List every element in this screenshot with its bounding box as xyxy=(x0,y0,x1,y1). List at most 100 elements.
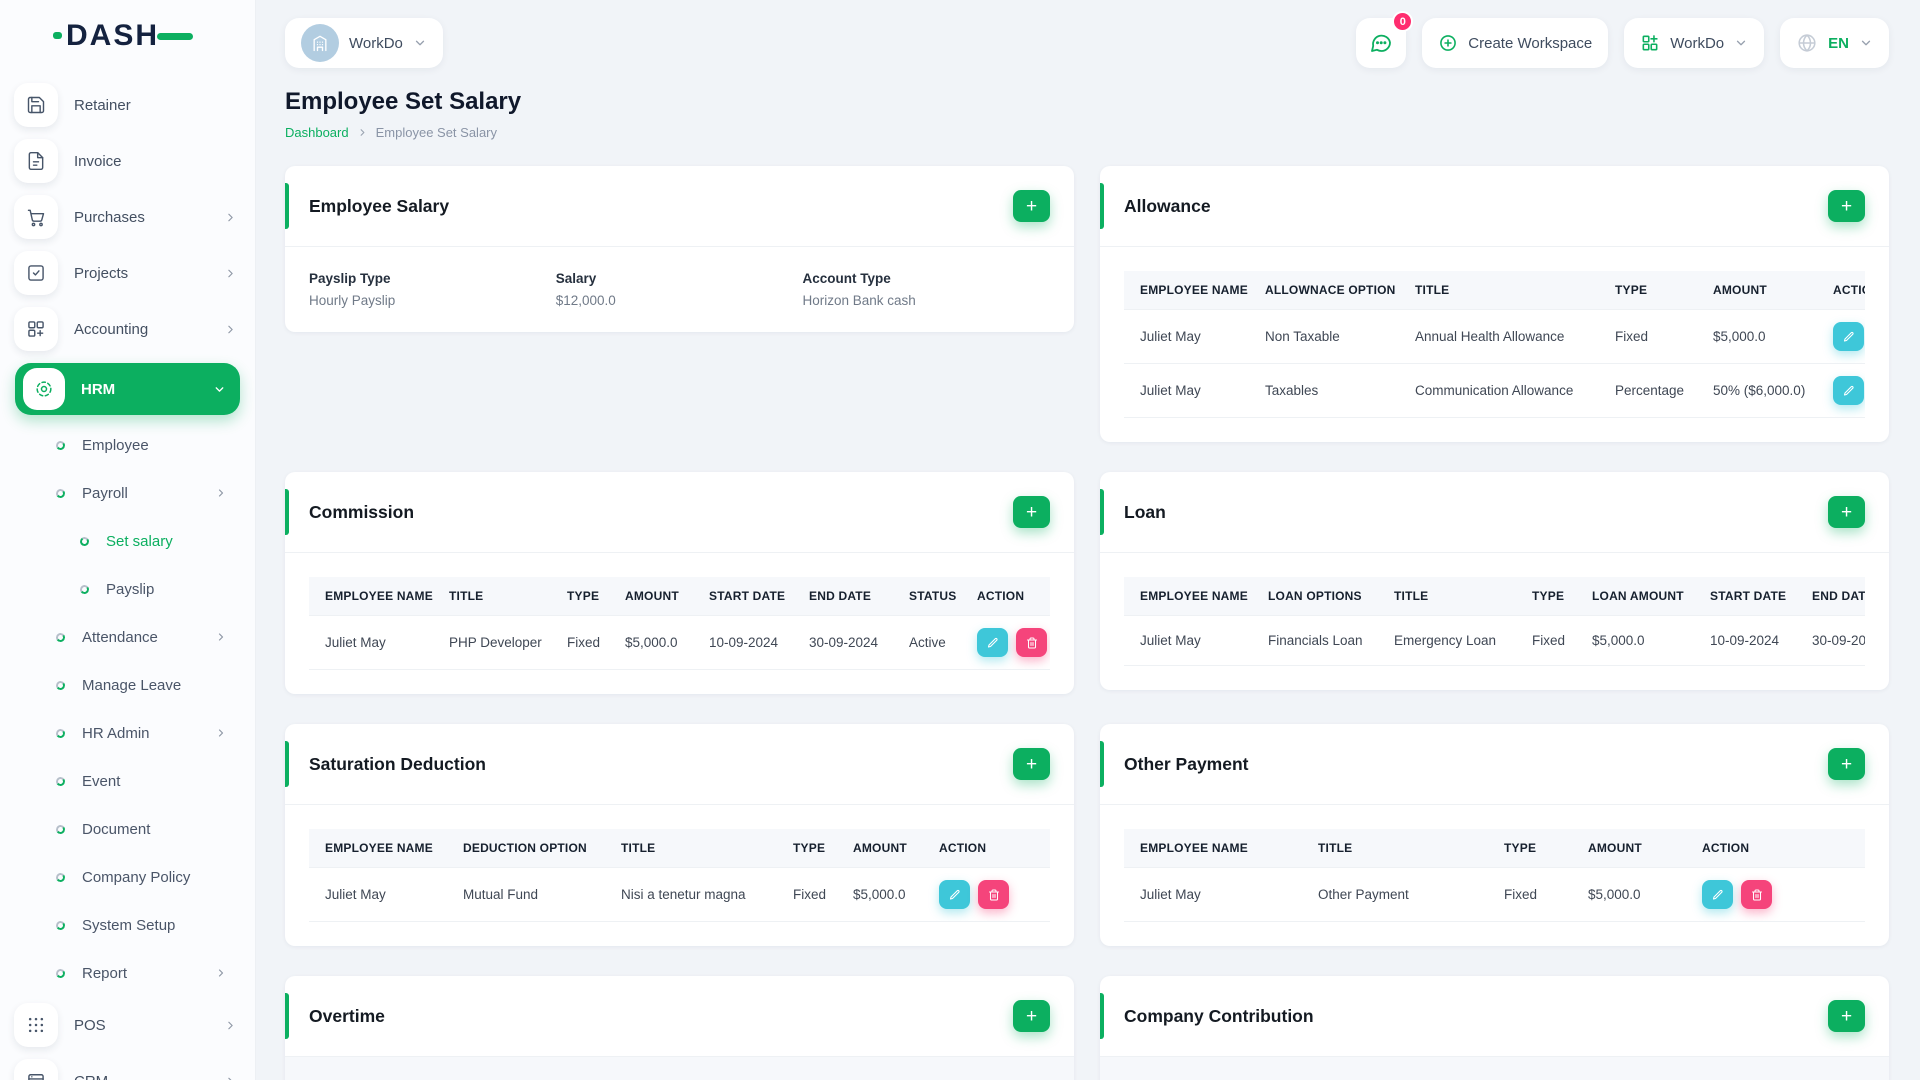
table-cell: Juliet May xyxy=(1124,363,1249,418)
edit-button[interactable] xyxy=(977,628,1008,657)
messages-button[interactable]: 0 xyxy=(1356,11,1414,68)
allowance-body: EMPLOYEE NAME ALLOWNACE OPTION TITLE TYPE AM… xyxy=(1100,246,1889,442)
field-salary: Salary $12,000.0 xyxy=(556,271,803,308)
accent-bar xyxy=(1100,183,1104,229)
edit-button[interactable] xyxy=(1833,376,1864,405)
table-cell: Fixed xyxy=(1599,309,1697,364)
sidebar-item-company-policy[interactable]: Company Policy xyxy=(0,853,255,901)
chevron-right-icon xyxy=(215,487,227,499)
chevron-down-icon xyxy=(413,36,427,50)
sidebar-item-crm[interactable]: CRM xyxy=(0,1053,255,1080)
table-cell: 50% ($6,000.0) xyxy=(1697,363,1817,418)
sidebar-item-payroll[interactable]: Payroll xyxy=(0,469,255,517)
sidebar-item-purchases[interactable]: Purchases xyxy=(0,189,255,245)
add-loan-button[interactable]: + xyxy=(1828,496,1865,528)
delete-button[interactable] xyxy=(1016,628,1047,657)
column-header: AMOUNT xyxy=(1697,271,1817,310)
sidebar-item-hrm[interactable]: HRM xyxy=(15,363,240,415)
sidebar-item-set-salary[interactable]: Set salary xyxy=(0,517,255,565)
sidebar-item-report[interactable]: Report xyxy=(0,949,255,997)
sidebar-item-label: HR Admin xyxy=(82,724,150,742)
sidebar-item-accounting[interactable]: Accounting xyxy=(0,301,255,357)
table-cell: Juliet May xyxy=(309,615,433,670)
chevron-right-icon xyxy=(215,967,227,979)
invoice-icon xyxy=(14,139,58,183)
column-header: DEDUCTION OPTION xyxy=(447,829,605,868)
add-company-contribution-button[interactable]: + xyxy=(1828,1000,1865,1032)
add-other-payment-button[interactable]: + xyxy=(1828,748,1865,780)
sidebar-item-manage-leave[interactable]: Manage Leave xyxy=(0,661,255,709)
sidebar-item-employee[interactable]: Employee xyxy=(0,421,255,469)
sidebar-item-payslip[interactable]: Payslip xyxy=(0,565,255,613)
add-employee-salary-button[interactable]: + xyxy=(1013,190,1050,222)
table-cell: Fixed xyxy=(1488,867,1572,922)
field-value: Horizon Bank cash xyxy=(802,293,916,308)
table-header-strip xyxy=(1100,1057,1889,1080)
sidebar-item-label: Employee xyxy=(82,436,149,454)
sidebar-item-attendance[interactable]: Attendance xyxy=(0,613,255,661)
check-square-icon xyxy=(14,251,58,295)
saturation-deduction-body: EMPLOYEE NAME DEDUCTION OPTION TITLE TYPE AM… xyxy=(285,804,1074,946)
cards-grid: Employee Salary + Payslip Type Hourly Pa… xyxy=(285,166,1889,1080)
sidebar-item-invoice[interactable]: Invoice xyxy=(0,133,255,189)
topbar-actions: 0 Create Workspace WorkDo EN xyxy=(1356,11,1889,68)
table-cell: Juliet May xyxy=(1124,867,1302,922)
edit-button[interactable] xyxy=(939,880,970,909)
table-row: Juliet May Other Payment Fixed $5,000.0 xyxy=(1124,867,1865,922)
sidebar-item-hr-admin[interactable]: HR Admin xyxy=(0,709,255,757)
loan-table: EMPLOYEE NAME LOAN OPTIONS TITLE TYPE LOAN A… xyxy=(1124,577,1865,666)
sidebar-item-pos[interactable]: POS xyxy=(0,997,255,1053)
sidebar-item-projects[interactable]: Projects xyxy=(0,245,255,301)
sidebar-item-event[interactable]: Event xyxy=(0,757,255,805)
chevron-right-icon xyxy=(215,631,227,643)
sidebar-item-document[interactable]: Document xyxy=(0,805,255,853)
column-header: ACTION xyxy=(1817,271,1865,310)
edit-button[interactable] xyxy=(1702,880,1733,909)
column-header: LOAN OPTIONS xyxy=(1252,577,1378,616)
accent-bar xyxy=(285,993,289,1039)
column-header: AMOUNT xyxy=(837,829,923,868)
edit-button[interactable] xyxy=(1833,322,1864,351)
column-header: START DATE xyxy=(1694,577,1796,616)
card-title: Commission xyxy=(309,501,415,522)
card-header: Company Contribution + xyxy=(1100,976,1889,1056)
table-cell: Juliet May xyxy=(309,867,447,922)
table-cell: $5,000.0 xyxy=(609,615,693,670)
column-header: EMPLOYEE NAME xyxy=(1124,577,1252,616)
accent-bar xyxy=(285,489,289,535)
card-header: Loan + xyxy=(1100,472,1889,552)
sidebar-item-label: Payroll xyxy=(82,484,128,502)
language-dropdown[interactable]: EN xyxy=(1780,18,1889,68)
workdo-apps-dropdown[interactable]: WorkDo xyxy=(1624,18,1765,68)
saturation-deduction-table: EMPLOYEE NAME DEDUCTION OPTION TITLE TYPE AM… xyxy=(309,829,1050,922)
company-contribution-card: Company Contribution + xyxy=(1100,976,1889,1080)
add-commission-button[interactable]: + xyxy=(1013,496,1050,528)
sidebar-item-label: Projects xyxy=(74,264,129,282)
workspace-switcher[interactable]: WorkDo xyxy=(285,18,443,68)
add-saturation-deduction-button[interactable]: + xyxy=(1013,748,1050,780)
sidebar-item-label: System Setup xyxy=(82,916,176,934)
overtime-body xyxy=(285,1056,1074,1080)
column-header: END DATE xyxy=(793,577,893,616)
language-label: EN xyxy=(1828,34,1849,52)
create-workspace-button[interactable]: Create Workspace xyxy=(1422,18,1609,68)
breadcrumb-dashboard-link[interactable]: Dashboard xyxy=(285,125,349,140)
logo-row: DASH xyxy=(0,0,255,72)
grid-plus-icon xyxy=(14,307,58,351)
app-menu-label: WorkDo xyxy=(1670,34,1725,52)
table-cell: Active xyxy=(893,615,961,670)
delete-button[interactable] xyxy=(978,880,1009,909)
add-overtime-button[interactable]: + xyxy=(1013,1000,1050,1032)
add-allowance-button[interactable]: + xyxy=(1828,190,1865,222)
delete-button[interactable] xyxy=(1741,880,1772,909)
sidebar-item-system-setup[interactable]: System Setup xyxy=(0,901,255,949)
table-cell: Communication Allowance xyxy=(1399,363,1599,418)
chevron-right-icon xyxy=(224,323,237,336)
dash-logo[interactable]: DASH xyxy=(52,19,194,53)
sidebar-item-retainer[interactable]: Retainer xyxy=(0,77,255,133)
column-header: EMPLOYEE NAME xyxy=(309,829,447,868)
main-area: WorkDo 0 Create Workspace WorkDo EN Empl… xyxy=(255,0,1920,1080)
column-header: TITLE xyxy=(1302,829,1488,868)
row-actions xyxy=(1686,868,1865,921)
row-actions xyxy=(923,868,1050,921)
